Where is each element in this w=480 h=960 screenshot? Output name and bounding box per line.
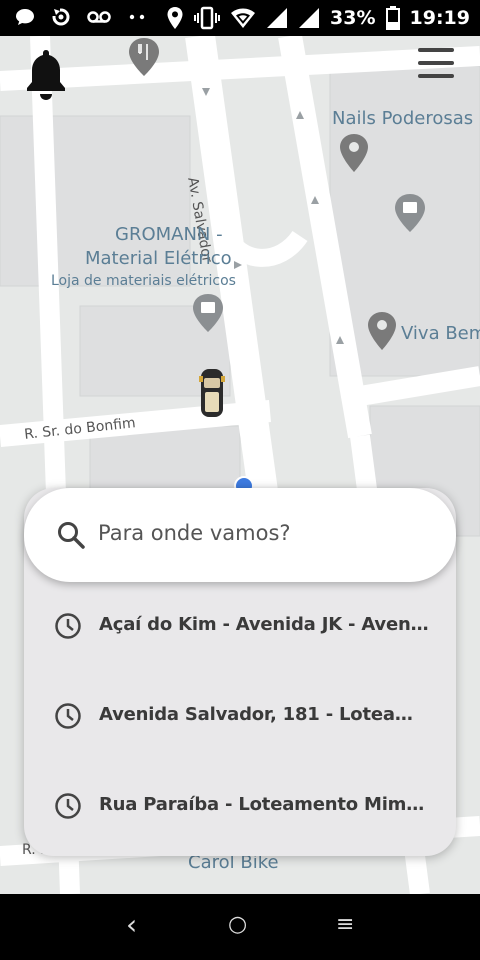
- menu-icon[interactable]: [414, 46, 458, 82]
- poi-label-gromann[interactable]: GROMANN -: [115, 224, 223, 246]
- search-icon: [58, 522, 85, 549]
- status-bar: 33% 19:19: [0, 0, 480, 36]
- recent-place-text: Avenida Salvador, 181 - Loteament...: [99, 704, 429, 725]
- dots-icon: [129, 14, 145, 20]
- location-icon: [167, 7, 183, 29]
- vibrate-icon: [194, 6, 221, 30]
- recents-button[interactable]: ≡: [336, 912, 354, 937]
- signal-icon: [299, 8, 320, 28]
- search-input[interactable]: Para onde vamos?: [98, 521, 291, 545]
- recent-place-item[interactable]: Açaí do Kim - Avenida JK - Avenida...: [24, 582, 456, 672]
- poi-label-gromann[interactable]: Material Elétrico: [85, 248, 232, 270]
- battery-icon: [385, 6, 400, 30]
- home-button[interactable]: ○: [228, 912, 247, 937]
- back-button[interactable]: ‹: [126, 908, 137, 941]
- clock-icon: [55, 793, 81, 819]
- chat-bubble-icon: [16, 9, 34, 25]
- poi-sublabel: Loja de materiais elétricos: [51, 273, 236, 289]
- car-icon: [199, 369, 225, 417]
- clock-icon: [55, 613, 81, 639]
- bell-icon[interactable]: [24, 46, 68, 102]
- search-bar[interactable]: Para onde vamos?: [24, 488, 456, 582]
- battery-percent: 33%: [330, 7, 376, 29]
- recent-place-item[interactable]: Rua Paraíba - Loteamento Mimoso...: [24, 762, 456, 852]
- recent-place-text: Rua Paraíba - Loteamento Mimoso...: [99, 794, 429, 815]
- recent-place-item[interactable]: Avenida Salvador, 181 - Loteament...: [24, 672, 456, 762]
- wifi-icon: [231, 8, 256, 28]
- signal-icon: [267, 8, 288, 28]
- clock-icon: [55, 703, 81, 729]
- destination-panel: Para onde vamos? Açaí do Kim - Avenida J…: [24, 488, 456, 856]
- poi-label-nails[interactable]: Nails Poderosas: [332, 108, 473, 130]
- poi-label-viva[interactable]: Viva Bem: [401, 323, 480, 345]
- clock-time: 19:19: [409, 7, 470, 29]
- navigation-bar: ‹ ○ ≡: [0, 894, 480, 960]
- voicemail-icon: [87, 11, 111, 23]
- recent-place-text: Açaí do Kim - Avenida JK - Avenida...: [99, 614, 429, 635]
- sync-icon: [52, 8, 70, 26]
